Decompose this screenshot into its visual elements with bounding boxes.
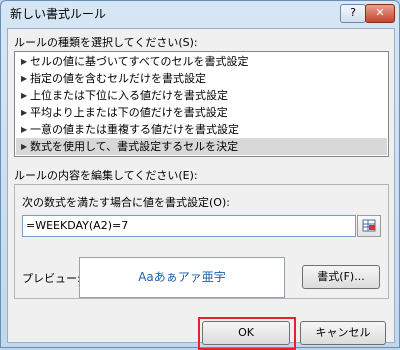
rule-type-item-label: セルの値に基づいてすべてのセルを書式設定 xyxy=(30,55,249,68)
dialog-window: 新しい書式ルール ? ✕ ルールの種類を選択してください(S): ▶ セルの値に… xyxy=(0,0,400,350)
rule-type-item-label: 数式を使用して、書式設定するセルを決定 xyxy=(30,140,239,153)
rule-type-item-label: 指定の値を含むセルだけを書式設定 xyxy=(30,72,206,85)
formula-label: 次の数式を満たす場合に値を書式設定(O): xyxy=(22,196,230,209)
rule-type-item-selected[interactable]: ▶ 数式を使用して、書式設定するセルを決定 xyxy=(16,138,387,155)
range-selector-icon xyxy=(362,219,376,232)
rule-edit-panel: 次の数式を満たす場合に値を書式設定(O): =WEEKDAY(A2)=7 プレビ… xyxy=(14,184,389,299)
rule-type-list[interactable]: ▶ セルの値に基づいてすべてのセルを書式設定 ▶ 指定の値を含むセルだけを書式設… xyxy=(14,51,389,157)
rule-edit-label: ルールの内容を編集してください(E): xyxy=(14,169,198,182)
rule-type-item[interactable]: ▶ 平均より上または下の値だけを書式設定 xyxy=(16,104,387,121)
format-preview: Aaあぁアァ亜宇 xyxy=(79,257,285,298)
title-bar[interactable]: 新しい書式ルール ? ✕ xyxy=(1,1,399,27)
formula-input[interactable]: =WEEKDAY(A2)=7 xyxy=(22,215,356,237)
bullet-triangle-icon: ▶ xyxy=(21,91,28,100)
bullet-triangle-icon: ▶ xyxy=(21,125,28,134)
rule-type-item[interactable]: ▶ 上位または下位に入る値だけを書式設定 xyxy=(16,87,387,104)
bullet-triangle-icon: ▶ xyxy=(21,74,28,83)
rule-type-item-label: 平均より上または下の値だけを書式設定 xyxy=(30,106,228,119)
dialog-client-area: ルールの種類を選択してください(S): ▶ セルの値に基づいてすべてのセルを書式… xyxy=(7,28,395,350)
bullet-triangle-icon: ▶ xyxy=(21,108,28,117)
dialog-title: 新しい書式ルール xyxy=(10,7,107,21)
range-selector-button[interactable] xyxy=(357,215,381,237)
rule-type-item[interactable]: ▶ 指定の値を含むセルだけを書式設定 xyxy=(16,70,387,87)
rule-type-item-label: 一意の値または重複する値だけを書式設定 xyxy=(30,123,239,136)
rule-type-label: ルールの種類を選択してください(S): xyxy=(14,36,198,49)
cancel-button[interactable]: キャンセル xyxy=(300,321,386,345)
preview-label: プレビュー: xyxy=(22,272,81,285)
rule-type-item-label: 上位または下位に入る値だけを書式設定 xyxy=(30,89,228,102)
bullet-triangle-icon: ▶ xyxy=(21,142,28,151)
rule-type-item[interactable]: ▶ セルの値に基づいてすべてのセルを書式設定 xyxy=(16,53,387,70)
format-button[interactable]: 書式(F)... xyxy=(302,265,380,289)
close-button[interactable]: ✕ xyxy=(365,4,395,23)
ok-button[interactable]: OK xyxy=(202,321,290,345)
bullet-triangle-icon: ▶ xyxy=(21,57,28,66)
help-button[interactable]: ? xyxy=(340,4,366,23)
rule-type-item[interactable]: ▶ 一意の値または重複する値だけを書式設定 xyxy=(16,121,387,138)
